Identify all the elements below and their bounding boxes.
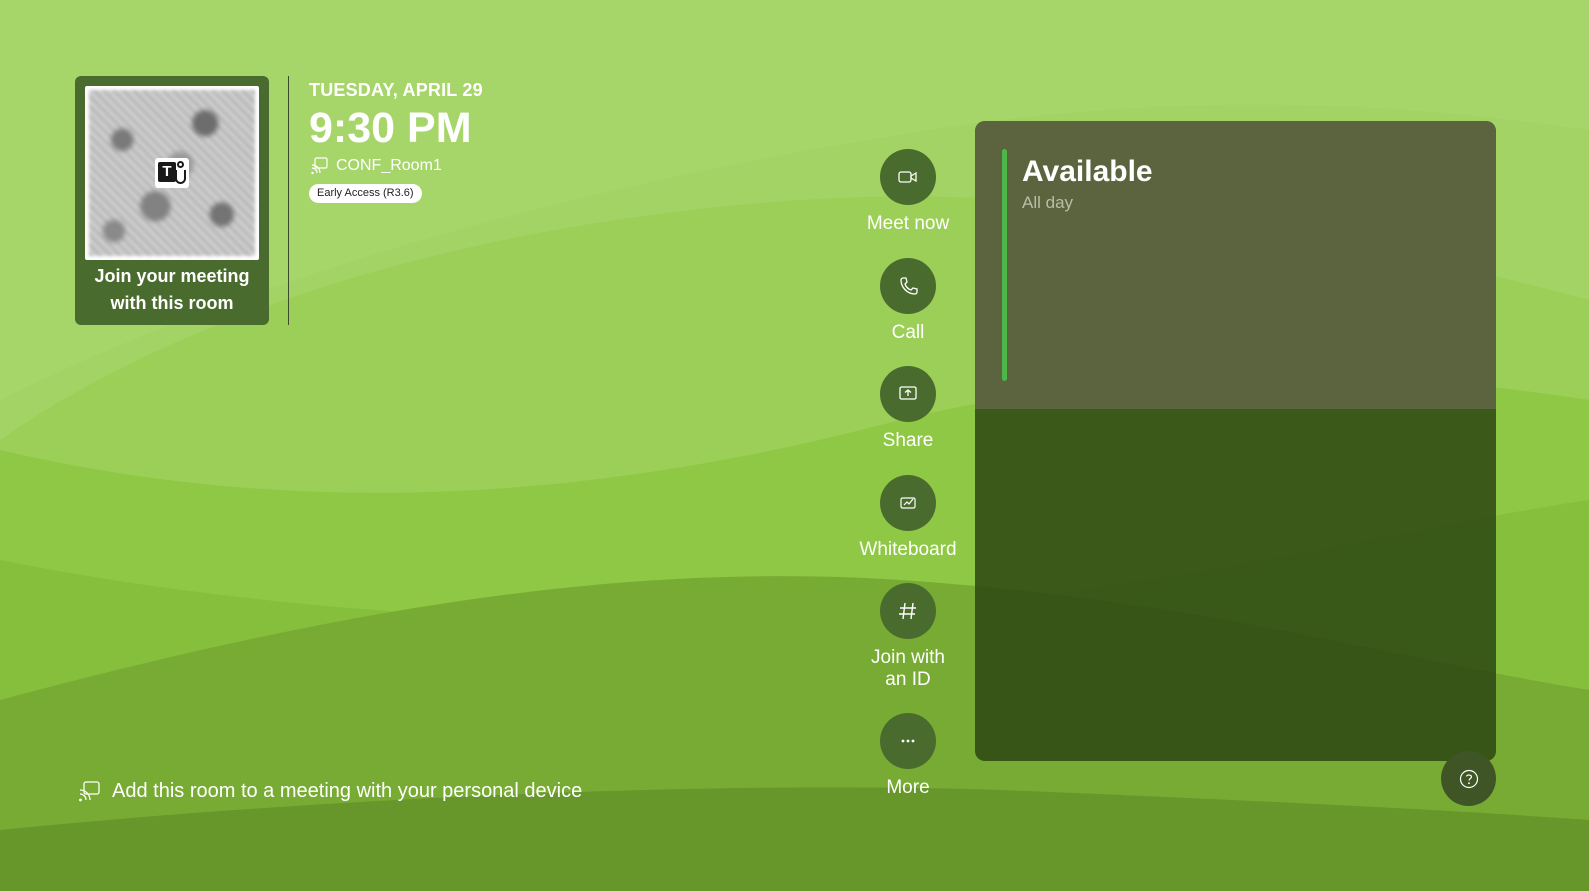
status-accent-bar [1002, 149, 1007, 381]
video-camera-icon [898, 171, 917, 183]
status-subtitle: All day [1022, 193, 1074, 212]
phone-icon [900, 277, 918, 295]
room-name: CONF_Room1 [336, 157, 442, 174]
whiteboard-icon [900, 497, 916, 509]
version-badge: Early Access (R3.6) [309, 184, 422, 203]
cast-icon [79, 781, 100, 802]
date-label: TUESDAY, APRIL 29 [309, 80, 483, 100]
more-dots-icon [901, 739, 915, 743]
share-screen-icon [899, 386, 917, 400]
qr-code: T [85, 86, 259, 260]
add-room-hint: Add this room to a meeting with your per… [77, 779, 582, 804]
hash-icon [899, 602, 916, 620]
share-button[interactable]: Share [848, 366, 968, 452]
join-with-id-button[interactable]: Join with an ID [848, 583, 968, 691]
status-title: Available [1022, 155, 1153, 188]
help-question-icon [1459, 769, 1478, 788]
qr-caption: Join your meeting with this room [94, 266, 250, 313]
add-room-text: Add this room to a meeting with your per… [112, 780, 583, 802]
call-button[interactable]: Call [848, 258, 968, 344]
join-qr-card[interactable]: T Join your meeting with this room [75, 76, 269, 325]
help-button[interactable] [1441, 751, 1496, 806]
cast-icon [311, 157, 328, 175]
current-status-card: Available All day [975, 121, 1496, 409]
whiteboard-button[interactable]: Whiteboard [848, 475, 968, 561]
header-divider [288, 76, 289, 325]
availability-panel: Available All day [975, 121, 1496, 761]
time-label: 9:30 PM [309, 104, 472, 152]
teams-logo-icon: T [155, 158, 189, 188]
room-name-row: CONF_Room1 [310, 156, 442, 176]
meet-now-button[interactable]: Meet now [848, 149, 968, 235]
more-button[interactable]: More [848, 713, 968, 799]
